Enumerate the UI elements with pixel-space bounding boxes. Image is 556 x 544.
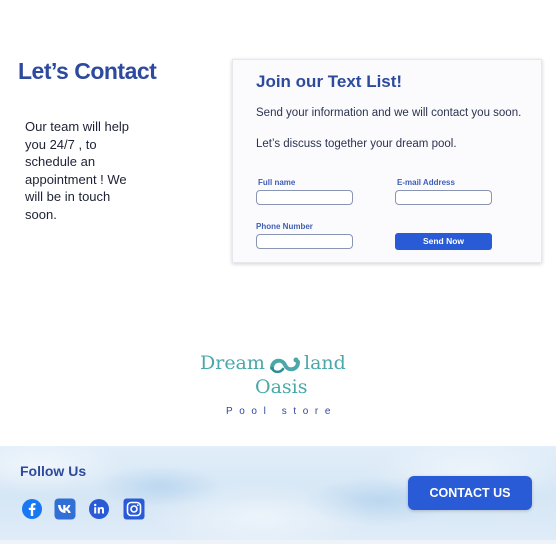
- contact-us-button[interactable]: CONTACT US: [408, 476, 532, 510]
- page-title: Let’s Contact: [18, 58, 157, 84]
- phone-label: Phone Number: [256, 222, 313, 231]
- email-label: E-mail Address: [397, 178, 455, 187]
- logo-tagline: Pool store: [226, 406, 338, 417]
- footer: Follow Us CONTACT US: [0, 446, 556, 540]
- form-title: Join our Text List!: [256, 72, 403, 91]
- logo-text-land: land: [304, 352, 346, 374]
- full-name-label: Full name: [258, 178, 296, 187]
- follow-us-label: Follow Us: [20, 463, 87, 479]
- form-description: Send your information and we will contac…: [256, 107, 522, 119]
- intro-text: Our team will help you 24/7 , to schedul…: [25, 119, 130, 222]
- wave-logo-icon: [270, 357, 300, 374]
- vk-icon[interactable]: [54, 498, 76, 520]
- send-now-button[interactable]: Send Now: [395, 233, 492, 250]
- logo-text-oasis: Oasis: [255, 376, 308, 398]
- form-subtitle: Let’s discuss together your dream pool.: [256, 138, 457, 150]
- brand-logo: Dream land Oasis Pool store: [200, 352, 356, 422]
- phone-field[interactable]: [256, 234, 353, 249]
- full-name-field[interactable]: [256, 190, 353, 205]
- text-list-form: Join our Text List! Send your informatio…: [232, 59, 542, 263]
- facebook-icon[interactable]: [21, 498, 43, 520]
- logo-text-dream: Dream: [200, 352, 265, 374]
- instagram-icon[interactable]: [123, 498, 145, 520]
- footer-bottom-strip: [0, 540, 556, 544]
- linkedin-icon[interactable]: [88, 498, 110, 520]
- email-field[interactable]: [395, 190, 492, 205]
